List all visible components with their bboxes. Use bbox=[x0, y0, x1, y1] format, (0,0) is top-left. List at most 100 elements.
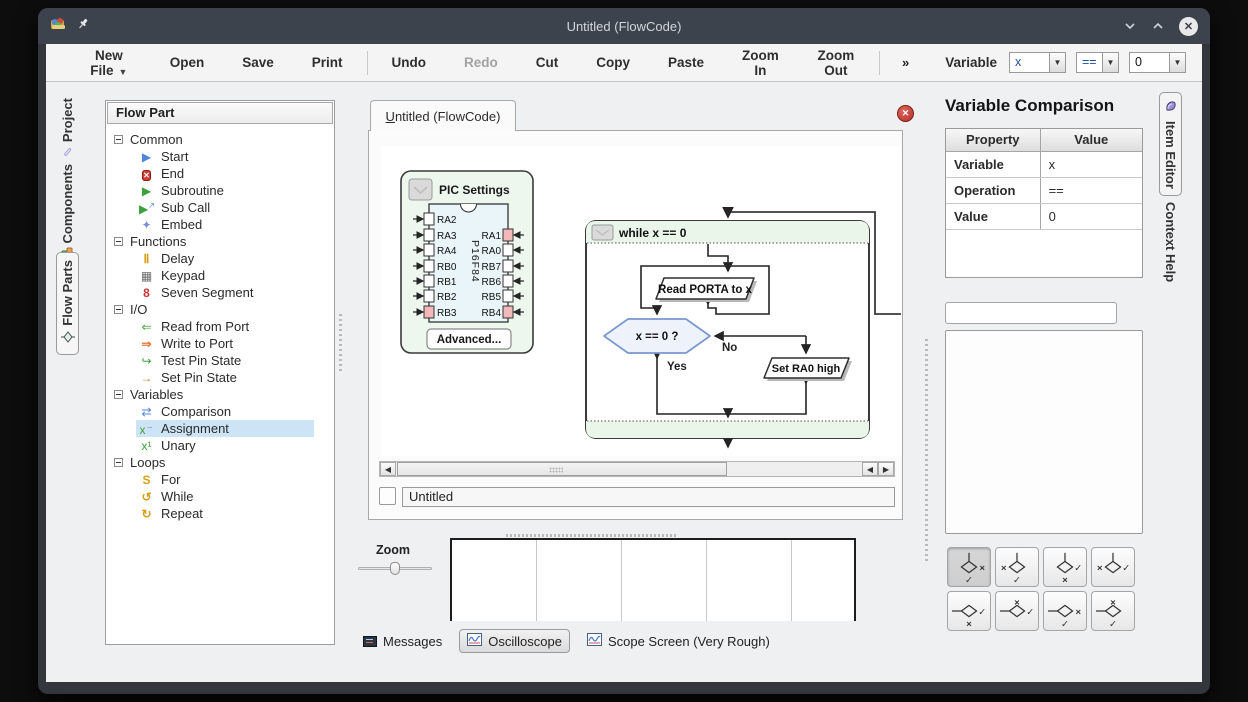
tree-item-subroutine[interactable]: ▶ Subroutine bbox=[136, 182, 334, 199]
sidebar-tab-components[interactable]: Components bbox=[60, 164, 75, 262]
paste-button[interactable]: Paste bbox=[666, 51, 706, 74]
new-file-button[interactable]: New File▼ bbox=[84, 44, 134, 82]
tree-group-functions[interactable]: Functions bbox=[114, 233, 334, 250]
tree-group-io[interactable]: I/O bbox=[114, 301, 334, 318]
decision-layout-button-in-top-check-right-x-bottom[interactable]: ×✓ bbox=[1043, 547, 1087, 587]
flowchart-canvas[interactable]: PIC Settings P16F84 bbox=[381, 146, 901, 456]
document-tab[interactable]: Untitled (FlowCode) bbox=[370, 100, 516, 131]
value-combobox[interactable]: 0 ▼ bbox=[1129, 52, 1186, 73]
decision-layout-button-in-left-x-right-check-bottom[interactable]: ×✓ bbox=[1043, 591, 1087, 631]
print-button[interactable]: Print bbox=[310, 51, 345, 74]
chevron-down-icon[interactable]: ▼ bbox=[1102, 52, 1119, 73]
collapse-icon[interactable] bbox=[114, 458, 123, 467]
tree-group-variables[interactable]: Variables bbox=[114, 386, 334, 403]
value-combobox-value[interactable]: 0 bbox=[1129, 52, 1169, 73]
chevron-up-icon[interactable] bbox=[1151, 19, 1165, 33]
tree-item-set-pin-state[interactable]: → Set Pin State bbox=[136, 369, 334, 386]
left-pin-pads[interactable] bbox=[424, 213, 434, 318]
tree-item-keypad[interactable]: ▦ Keypad bbox=[136, 267, 334, 284]
decision-layout-button-in-top-x-right-check-bottom[interactable]: ×✓ bbox=[947, 547, 991, 587]
sidebar-tab-project[interactable]: Project bbox=[60, 98, 75, 162]
scroll-left-icon[interactable]: ◀ bbox=[380, 462, 396, 476]
sidebar-tab-flow-parts[interactable]: Flow Parts bbox=[56, 252, 79, 355]
tree-item-assignment[interactable]: x→ Assignment bbox=[136, 420, 314, 437]
tree-item-comparison[interactable]: ⇄ Comparison bbox=[136, 403, 334, 420]
tree-item-repeat[interactable]: ↻ Repeat bbox=[136, 505, 334, 522]
tree-item-unary[interactable]: x¹ Unary bbox=[136, 437, 334, 454]
decision-layout-button-in-left-check-right-x-bottom[interactable]: ×✓ bbox=[947, 591, 991, 631]
chevron-down-icon[interactable] bbox=[1123, 19, 1137, 33]
scrollbar-thumb[interactable] bbox=[397, 462, 727, 476]
decision-layout-button-in-top-x-left-check-bottom[interactable]: ×✓ bbox=[995, 547, 1039, 587]
scroll-right-icon[interactable]: ▶ bbox=[878, 462, 894, 476]
pin-icon[interactable] bbox=[77, 17, 90, 35]
tree-item-end[interactable]: ✕ End bbox=[136, 165, 334, 182]
cut-button[interactable]: Cut bbox=[534, 51, 561, 74]
tree-item-for[interactable]: S For bbox=[136, 471, 334, 488]
titlebar[interactable]: Untitled (FlowCode) ✕ bbox=[38, 8, 1210, 44]
tree-group-common[interactable]: Common bbox=[114, 131, 334, 148]
zoom-slider-thumb[interactable] bbox=[390, 562, 400, 575]
value-value-cell[interactable]: 0 bbox=[1040, 203, 1142, 229]
chevron-down-icon[interactable]: ▼ bbox=[1049, 52, 1066, 73]
item-editor-search-input[interactable] bbox=[945, 302, 1117, 324]
operation-value-cell[interactable]: == bbox=[1040, 177, 1142, 203]
sidebar-tab-item-editor[interactable]: Item Editor bbox=[1159, 92, 1182, 196]
collapse-icon[interactable] bbox=[114, 305, 123, 314]
tree-item-start[interactable]: ▶ Start bbox=[136, 148, 334, 165]
variable-value-cell[interactable]: x bbox=[1040, 151, 1142, 177]
collapse-icon[interactable] bbox=[114, 390, 123, 399]
collapse-icon[interactable] bbox=[114, 237, 123, 246]
tree-item-seven-segment[interactable]: 8 Seven Segment bbox=[136, 284, 334, 301]
item-editor-list[interactable] bbox=[945, 330, 1143, 534]
tree-item-while[interactable]: ↺ While bbox=[136, 488, 334, 505]
decision-layout-button-in-top-x-left-check-right[interactable]: ×✓ bbox=[1091, 547, 1135, 587]
chevron-down-icon[interactable]: ▼ bbox=[1169, 52, 1186, 73]
read-porta-shape[interactable]: Read PORTA to x bbox=[656, 278, 757, 302]
decision-layout-button-in-left-x-top-check-bottom[interactable]: ×✓ bbox=[1091, 591, 1135, 631]
set-ra0-shape[interactable]: Set RA0 high bbox=[764, 358, 852, 381]
close-document-icon[interactable]: ✕ bbox=[897, 105, 914, 122]
tree-item-sub-call[interactable]: ▶↗ Sub Call bbox=[136, 199, 334, 216]
advanced-button[interactable]: Advanced... bbox=[427, 329, 511, 349]
variable-combobox-value[interactable]: x bbox=[1009, 52, 1049, 73]
oscilloscope-display[interactable] bbox=[450, 538, 856, 621]
pic-collapse-button[interactable] bbox=[409, 179, 432, 200]
tab-oscilloscope[interactable]: Oscilloscope bbox=[459, 629, 570, 653]
zoom-out-button[interactable]: Zoom Out bbox=[815, 44, 857, 82]
tree-item-delay[interactable]: Ⅱ Delay bbox=[136, 250, 334, 267]
tree-item-write-to-port[interactable]: ⇒ Write to Port bbox=[136, 335, 334, 352]
undo-button[interactable]: Undo bbox=[389, 51, 428, 74]
open-button[interactable]: Open bbox=[168, 51, 207, 74]
close-icon[interactable]: ✕ bbox=[1179, 17, 1198, 36]
collapse-icon[interactable] bbox=[114, 135, 123, 144]
tab-scope-screen[interactable]: Scope Screen (Very Rough) bbox=[580, 630, 777, 652]
splitter-grip[interactable] bbox=[506, 534, 678, 537]
property-column-header[interactable]: Property bbox=[946, 129, 1040, 151]
sidebar-tab-context-help[interactable]: Context Help bbox=[1163, 202, 1178, 282]
flowchart-name-checkbox[interactable] bbox=[379, 487, 396, 505]
tree-item-read-from-port[interactable]: ⇐ Read from Port bbox=[136, 318, 334, 335]
tree-item-embed[interactable]: ✦ Embed bbox=[136, 216, 334, 233]
splitter-grip[interactable] bbox=[339, 314, 342, 374]
decision-shape[interactable]: x == 0 ? bbox=[604, 319, 710, 353]
horizontal-scrollbar[interactable]: ◀ ◀ ▶ bbox=[379, 461, 895, 477]
tab-messages[interactable]: Messages bbox=[356, 631, 449, 652]
splitter-grip[interactable] bbox=[925, 339, 928, 564]
value-column-header[interactable]: Value bbox=[1040, 129, 1142, 151]
decision-layout-button-in-left-x-top-check-right[interactable]: ×✓ bbox=[995, 591, 1039, 631]
pic-settings-panel[interactable]: PIC Settings P16F84 bbox=[401, 171, 533, 353]
zoom-in-button[interactable]: Zoom In bbox=[740, 44, 781, 82]
zoom-slider[interactable] bbox=[358, 562, 432, 574]
variable-combobox[interactable]: x ▼ bbox=[1009, 52, 1066, 73]
toolbar-overflow-icon[interactable]: » bbox=[902, 55, 909, 70]
operator-combobox[interactable]: == ▼ bbox=[1076, 52, 1119, 73]
while-collapse-button[interactable] bbox=[592, 225, 613, 240]
tree-group-loops[interactable]: Loops bbox=[114, 454, 334, 471]
save-button[interactable]: Save bbox=[240, 51, 276, 74]
tree-item-test-pin-state[interactable]: ↪ Test Pin State bbox=[136, 352, 334, 369]
scroll-left-icon[interactable]: ◀ bbox=[862, 462, 878, 476]
flowchart-name-field[interactable]: Untitled bbox=[402, 487, 895, 507]
operator-combobox-value[interactable]: == bbox=[1076, 52, 1102, 73]
copy-button[interactable]: Copy bbox=[594, 51, 632, 74]
